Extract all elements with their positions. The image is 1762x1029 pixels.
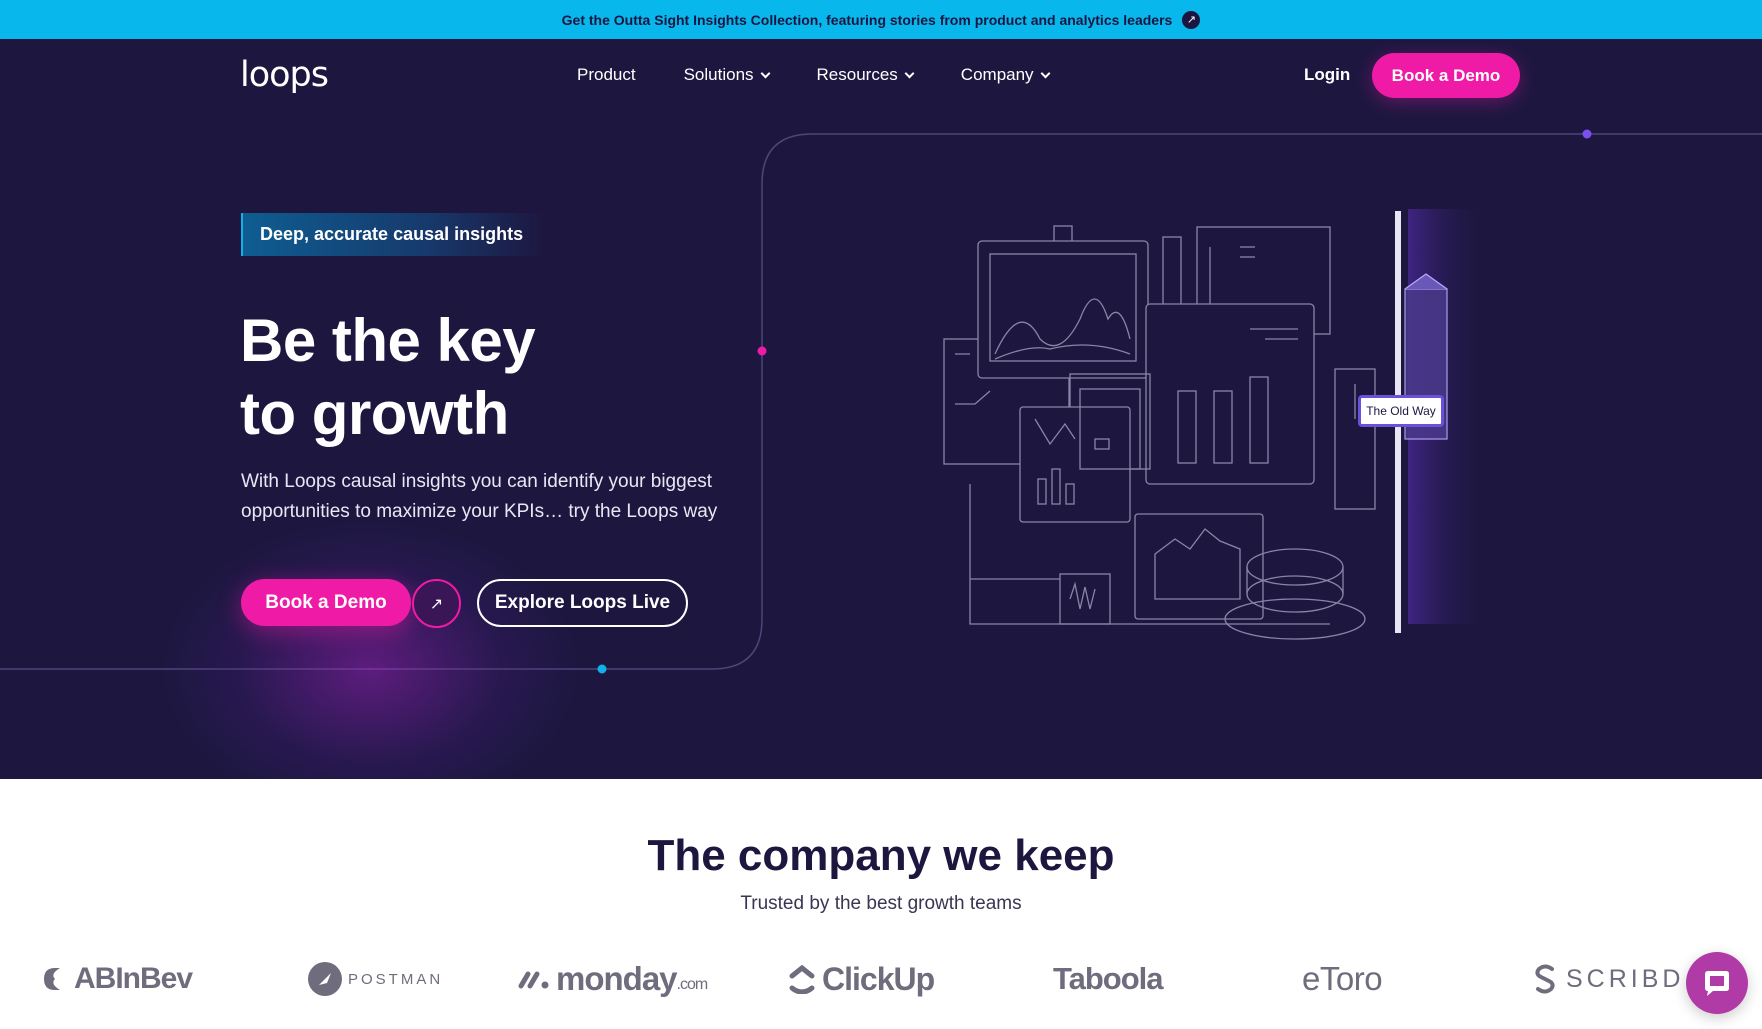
chat-bubble-icon — [1705, 971, 1729, 996]
abinbev-icon — [40, 964, 70, 994]
taboola-name: Taboola — [1053, 961, 1164, 996]
clickup-name: ClickUp — [822, 960, 935, 997]
nav-resources[interactable]: Resources — [816, 65, 915, 85]
explore-loops-live-button[interactable]: Explore Loops Live — [477, 579, 688, 627]
clickup-icon — [788, 964, 816, 994]
dashboard-illustration — [943, 209, 1488, 640]
chevron-down-icon — [904, 68, 915, 78]
monday-logo: monday .com — [518, 949, 709, 1009]
login-link[interactable]: Login — [1304, 65, 1350, 85]
hero-tagline: Deep, accurate causal insights — [241, 213, 544, 256]
clickup-logo: ClickUp — [788, 949, 935, 1009]
abinbev-logo: ABInBev — [40, 949, 193, 1009]
button-glow — [160, 519, 580, 779]
old-way-label: The Old Way — [1358, 395, 1444, 427]
nav-product[interactable]: Product — [577, 65, 636, 85]
company-section: The company we keep Trusted by the best … — [0, 779, 1762, 1029]
hero-book-demo-button[interactable]: Book a Demo — [241, 579, 411, 626]
headline-line-1: Be the key — [240, 307, 536, 374]
abinbev-name: ABInBev — [74, 962, 193, 995]
arrow-up-right-icon[interactable]: ↗ — [412, 579, 461, 628]
nav-product-label: Product — [577, 65, 636, 84]
company-subtitle: Trusted by the best growth teams — [740, 893, 1022, 914]
chevron-down-icon — [760, 68, 770, 78]
postman-logo: POSTMAN — [308, 949, 443, 1009]
monday-icon — [518, 968, 550, 990]
hero-section: loops Product Solutions Resources Compan… — [0, 39, 1762, 779]
scribd-icon — [1532, 963, 1558, 995]
main-nav: Product Solutions Resources Company — [577, 65, 1097, 85]
arrow-up-right-icon[interactable]: ↗ — [1182, 10, 1201, 29]
etoro-logo: eToro — [1302, 949, 1383, 1009]
nav-company[interactable]: Company — [960, 65, 1051, 85]
scribd-logo: SCRIBD — [1532, 949, 1684, 1009]
nav-resources-label: Resources — [816, 65, 898, 84]
customer-logos: ABInBev POSTMAN monday .com ClickUp Tabo… — [0, 949, 1762, 1009]
nav-solutions-label: Solutions — [683, 65, 754, 84]
headline-line-2: to growth — [240, 380, 509, 447]
chat-widget-button[interactable] — [1686, 952, 1748, 1014]
chevron-down-icon — [1040, 68, 1051, 78]
etoro-name: eToro — [1302, 960, 1383, 997]
announcement-banner[interactable]: Get the Outta Sight Insights Collection,… — [0, 0, 1762, 39]
nav-solutions[interactable]: Solutions — [683, 65, 770, 85]
taboola-logo: Taboola — [1053, 949, 1164, 1009]
hero-subtext: With Loops causal insights you can ident… — [241, 471, 718, 522]
hero-headline: Be the key to growth — [240, 304, 536, 450]
monday-suffix: .com — [676, 976, 709, 993]
nav-company-label: Company — [960, 65, 1034, 84]
banner-text[interactable]: Get the Outta Sight Insights Collection,… — [562, 12, 1173, 28]
monday-name: monday — [556, 960, 678, 997]
header-book-demo-button[interactable]: Book a Demo — [1372, 53, 1520, 98]
postman-name: POSTMAN — [348, 970, 444, 988]
loops-logo[interactable]: loops — [240, 55, 329, 95]
scribd-name: SCRIBD — [1566, 964, 1685, 993]
company-title: The company we keep — [647, 831, 1115, 880]
postman-icon — [308, 962, 342, 996]
